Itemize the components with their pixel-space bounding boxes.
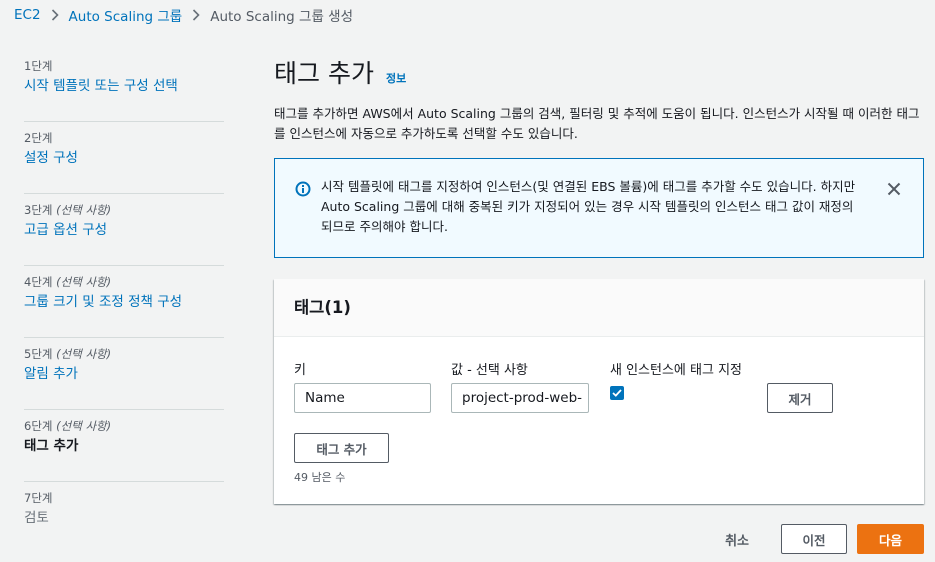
step-number: 1단계: [24, 59, 53, 73]
alert-line-3: 되므로 주의해야 합니다.: [321, 219, 448, 234]
wizard-step-2: 2단계 설정 구성: [24, 122, 224, 194]
remove-tag-button[interactable]: 제거: [767, 383, 833, 413]
tags-panel: 태그(1) 키 값 - 선택 사항 새 인스턴스에 태그 지정 Name pro…: [274, 279, 924, 504]
step-optional: (선택 사항): [56, 419, 112, 433]
step-number: 2단계: [24, 131, 53, 145]
info-alert: 시작 템플릿에 태그를 지정하여 인스턴스(및 연결된 EBS 볼륨)에 태그를…: [274, 158, 924, 258]
cancel-button[interactable]: 취소: [725, 530, 749, 549]
page-description: 태그를 추가하면 AWS에서 Auto Scaling 그룹의 검색, 필터링 …: [274, 106, 920, 141]
alert-line-2: Auto Scaling 그룹에 대해 중복된 키가 지정되어 있는 경우 시작…: [321, 199, 854, 214]
propagate-checkbox[interactable]: [610, 386, 624, 400]
main-content: 태그 추가 정보 태그를 추가하면 AWS에서 Auto Scaling 그룹의…: [274, 54, 924, 504]
alert-line-1: 시작 템플릿에 태그를 지정하여 인스턴스(및 연결된 EBS 볼륨)에 태그를…: [321, 179, 856, 194]
propagate-label: 새 인스턴스에 태그 지정: [610, 363, 742, 378]
info-link[interactable]: 정보: [386, 70, 406, 86]
wizard-step-5: 5단계 (선택 사항) 알림 추가: [24, 338, 224, 410]
step-number: 3단계: [24, 203, 53, 217]
chevron-right-icon: [192, 9, 200, 21]
breadcrumb: EC2 Auto Scaling 그룹 Auto Scaling 그룹 생성: [14, 5, 353, 25]
tags-panel-title: 태그(1): [294, 298, 351, 317]
step-optional: (선택 사항): [56, 203, 112, 217]
step-number: 7단계: [24, 491, 53, 505]
tags-panel-header: 태그(1): [274, 279, 924, 337]
step-link-group-size[interactable]: 그룹 크기 및 조정 정책 구성: [24, 292, 224, 312]
tag-value-input[interactable]: project-prod-web-: [451, 383, 589, 413]
page-title: 태그 추가: [274, 59, 374, 88]
info-icon: [295, 181, 311, 197]
breadcrumb-current: Auto Scaling 그룹 생성: [210, 9, 354, 25]
wizard-actions: 취소 이전 다음: [725, 524, 924, 554]
value-label: 값 - 선택 사항: [451, 363, 528, 378]
breadcrumb-ec2[interactable]: EC2: [14, 7, 41, 23]
tag-key-input[interactable]: Name: [294, 383, 431, 413]
step-number: 5단계: [24, 347, 53, 361]
chevron-right-icon: [51, 9, 59, 21]
step-link-configure-settings[interactable]: 설정 구성: [24, 148, 224, 168]
breadcrumb-auto-scaling-groups[interactable]: Auto Scaling 그룹: [69, 5, 183, 25]
wizard-step-4: 4단계 (선택 사항) 그룹 크기 및 조정 정책 구성: [24, 266, 224, 338]
step-link-choose-template[interactable]: 시작 템플릿 또는 구성 선택: [24, 76, 224, 96]
previous-button[interactable]: 이전: [781, 524, 847, 554]
page-header: 태그 추가 정보: [274, 54, 924, 94]
step-number: 6단계: [24, 419, 53, 433]
step-link-advanced-options[interactable]: 고급 옵션 구성: [24, 220, 224, 240]
wizard-step-7: 7단계 검토: [24, 482, 224, 554]
add-tag-button[interactable]: 태그 추가: [294, 433, 389, 463]
step-optional: (선택 사항): [56, 275, 112, 289]
wizard-step-6: 6단계 (선택 사항) 태그 추가: [24, 410, 224, 482]
wizard-step-1: 1단계 시작 템플릿 또는 구성 선택: [24, 50, 224, 122]
step-optional: (선택 사항): [56, 347, 112, 361]
step-number: 4단계: [24, 275, 53, 289]
checkmark-icon: [612, 389, 622, 397]
close-icon[interactable]: [887, 182, 901, 196]
step-link-notifications[interactable]: 알림 추가: [24, 364, 224, 384]
key-label: 키: [294, 363, 306, 378]
wizard-steps: 1단계 시작 템플릿 또는 구성 선택 2단계 설정 구성 3단계 (선택 사항…: [24, 50, 224, 554]
wizard-step-3: 3단계 (선택 사항) 고급 옵션 구성: [24, 194, 224, 266]
next-button[interactable]: 다음: [857, 524, 924, 554]
step-review: 검토: [24, 510, 49, 526]
step-current-add-tags: 태그 추가: [24, 438, 79, 454]
remaining-tags-count: 49 남은 수: [294, 471, 346, 484]
